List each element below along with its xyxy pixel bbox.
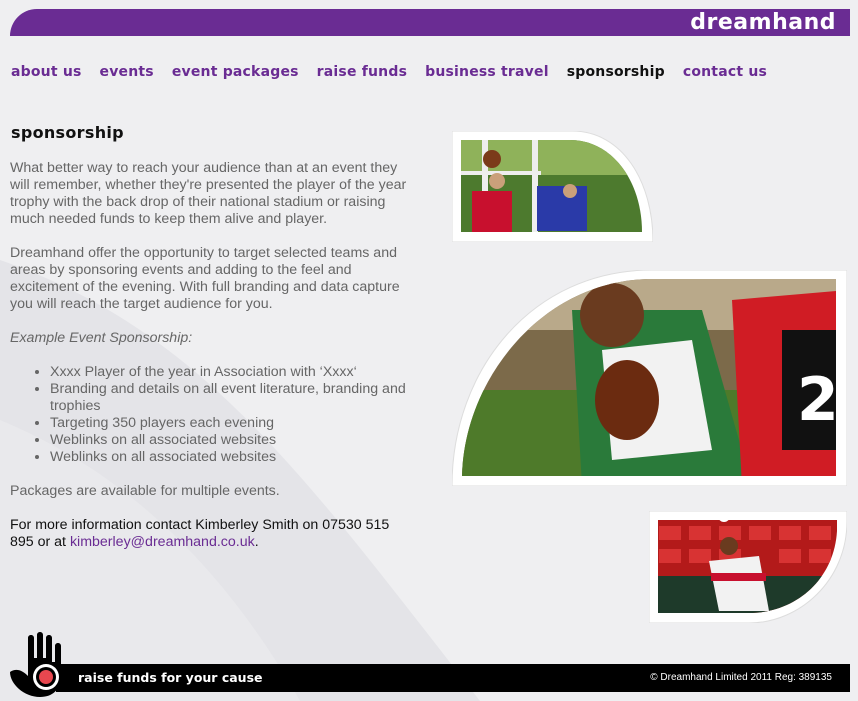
main-content: What better way to reach your audience t… — [10, 160, 415, 568]
contact-text: For more information contact Kimberley S… — [10, 517, 415, 551]
list-item: Xxxx Player of the year in Association w… — [50, 364, 415, 381]
header-bar: dreamhand — [10, 9, 850, 36]
main-nav: about us events event packages raise fun… — [11, 64, 785, 80]
footer-tagline: raise funds for your cause — [78, 670, 263, 685]
photo-kick — [649, 511, 847, 623]
hand-logo-icon[interactable] — [8, 632, 72, 698]
contact-email-link[interactable]: kimberley@dreamhand.co.uk — [70, 534, 255, 550]
svg-text:2: 2 — [797, 365, 839, 435]
photo-tackle: 2 — [452, 270, 847, 486]
list-item: Weblinks on all associated websites — [50, 449, 415, 466]
example-heading: Example Event Sponsorship: — [10, 330, 193, 346]
nav-business-travel[interactable]: business travel — [425, 64, 549, 80]
page-title: sponsorship — [11, 123, 124, 142]
nav-about-us[interactable]: about us — [11, 64, 82, 80]
contact-end: . — [254, 534, 259, 550]
list-item: Weblinks on all associated websites — [50, 432, 415, 449]
nav-event-packages[interactable]: event packages — [172, 64, 299, 80]
nav-contact-us[interactable]: contact us — [683, 64, 767, 80]
packages-text: Packages are available for multiple even… — [10, 483, 280, 499]
logo[interactable]: dreamhand — [690, 9, 836, 36]
intro-paragraph: What better way to reach your audience t… — [10, 160, 407, 227]
photo-catch — [452, 131, 653, 242]
footer-bar: raise funds for your cause © Dreamhand L… — [56, 664, 850, 692]
offer-paragraph: Dreamhand offer the opportunity to targe… — [10, 245, 400, 312]
nav-events[interactable]: events — [100, 64, 154, 80]
list-item: Branding and details on all event litera… — [50, 381, 415, 415]
footer-copyright: © Dreamhand Limited 2011 Reg: 389135 — [650, 672, 832, 683]
nav-sponsorship[interactable]: sponsorship — [567, 64, 665, 80]
list-item: Targeting 350 players each evening — [50, 415, 415, 432]
sponsorship-list: Xxxx Player of the year in Association w… — [10, 364, 415, 466]
nav-raise-funds[interactable]: raise funds — [317, 64, 407, 80]
